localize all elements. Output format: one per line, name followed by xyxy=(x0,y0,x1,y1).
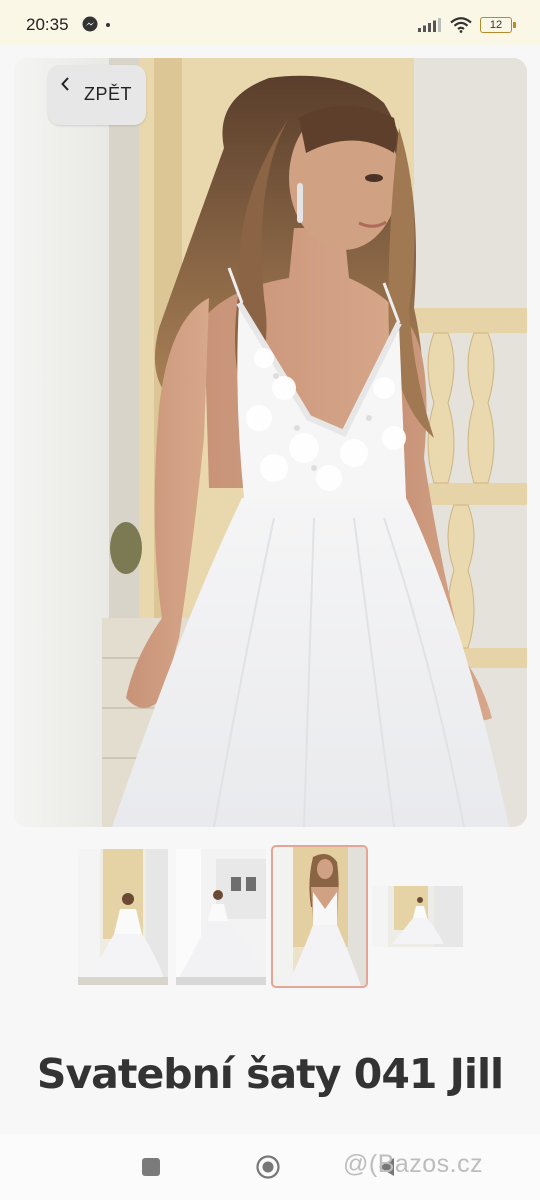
main-photo[interactable] xyxy=(14,58,527,827)
battery-icon: 12 xyxy=(480,17,516,33)
thumbnail-strip xyxy=(0,845,540,988)
thumbnail-image xyxy=(78,849,168,985)
thumbnail-2[interactable] xyxy=(176,849,266,985)
messenger-icon xyxy=(82,16,98,32)
back-button[interactable]: ZPĚT xyxy=(48,65,146,125)
signal-icon xyxy=(418,18,441,32)
thumbnail-1[interactable] xyxy=(78,849,168,985)
chevron-left-icon xyxy=(61,77,69,91)
recents-button[interactable] xyxy=(142,1158,160,1176)
status-bar: 20:35 12 xyxy=(0,0,540,46)
thumbnail-image xyxy=(176,849,266,985)
wifi-icon xyxy=(450,17,472,33)
back-label: ZPĚT xyxy=(84,84,133,104)
status-time: 20:35 xyxy=(26,15,69,34)
notification-dot-icon xyxy=(106,23,110,27)
thumbnail-image xyxy=(372,886,463,947)
battery-level: 12 xyxy=(489,19,503,31)
listing-title: Svatební šaty 041 Jill xyxy=(36,1050,504,1098)
thumbnail-image xyxy=(273,847,366,986)
home-button[interactable] xyxy=(256,1155,280,1179)
status-icons: 12 xyxy=(418,15,516,35)
thumbnail-3[interactable] xyxy=(271,845,368,988)
bride-photo-image xyxy=(14,58,527,827)
thumbnail-4[interactable] xyxy=(372,886,463,947)
watermark-bazos: @(Bazos.cz xyxy=(343,1150,484,1178)
